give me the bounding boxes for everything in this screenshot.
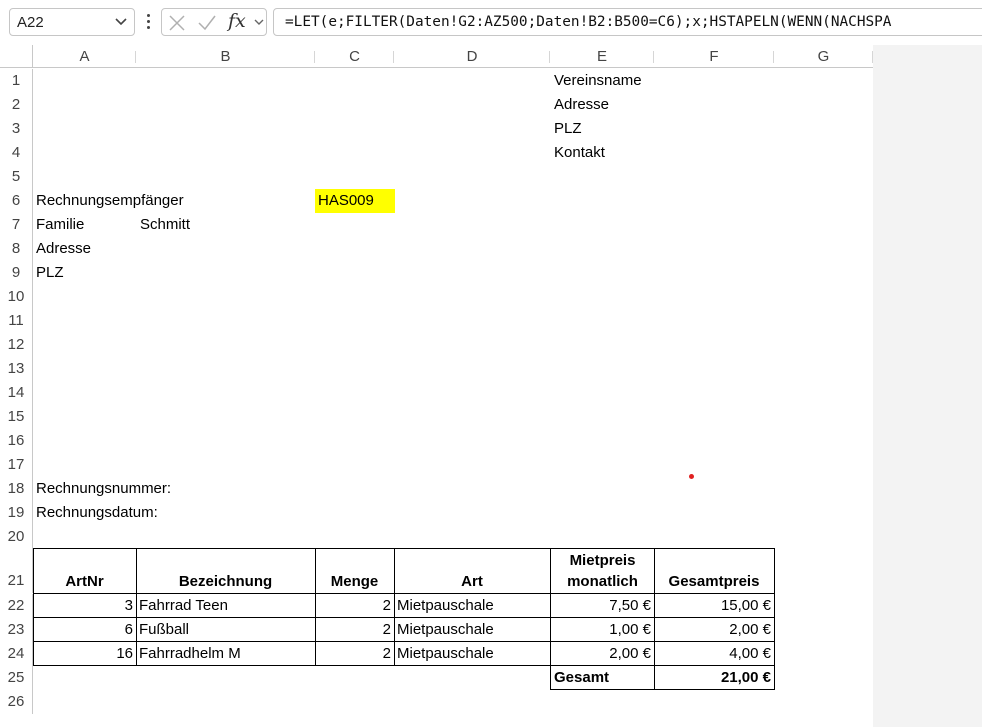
recipient-label[interactable]: Rechnungsempfänger [33,189,184,213]
row-header[interactable]: 24 [0,642,33,666]
row-header[interactable]: 9 [0,261,33,285]
row-header[interactable]: 20 [0,525,33,549]
row-header[interactable]: 18 [0,477,33,501]
header-mietpreis-line1: Mietpreis [569,552,636,569]
formula-text: =LET(e;FILTER(Daten!G2:AZ500;Daten!B2:B5… [285,14,892,30]
header-gesamtpreis[interactable]: Gesamtpreis [654,548,775,594]
table-cell-art[interactable]: Mietpauschale [394,642,551,666]
sender-plz[interactable]: PLZ [551,117,582,141]
grid-outside-area [873,45,982,727]
insert-function-button[interactable]: fx [228,10,246,32]
table-cell-menge[interactable]: 2 [315,618,395,642]
name-box-value: A22 [17,14,44,31]
table-cell-menge[interactable]: 2 [315,642,395,666]
table-cell-mietpreis[interactable]: 1,00 € [550,618,655,642]
table-cell-art[interactable]: Mietpauschale [394,618,551,642]
column-header-d[interactable]: D [394,45,550,68]
row-header[interactable]: 13 [0,357,33,381]
column-header-g[interactable]: G [774,45,873,68]
row-header[interactable]: 7 [0,213,33,237]
row-header[interactable]: 1 [0,69,33,93]
row-header[interactable]: 25 [0,666,33,690]
row-header[interactable]: 11 [0,309,33,333]
row-header[interactable]: 15 [0,405,33,429]
family-name[interactable]: Schmitt [137,213,190,237]
total-value[interactable]: 21,00 € [654,666,775,690]
invoice-date-label[interactable]: Rechnungsdatum: [33,501,158,525]
table-cell-bezeichnung[interactable]: Fahrrad Teen [136,594,316,618]
row-header[interactable]: 2 [0,93,33,117]
formula-bar: A22 fx =LET(e;FILTER(Daten!G2:AZ500;Date… [0,0,982,44]
column-header-a[interactable]: A [33,45,136,68]
row-header[interactable]: 26 [0,690,33,714]
table-cell-menge[interactable]: 2 [315,594,395,618]
table-cell-mietpreis[interactable]: 7,50 € [550,594,655,618]
recipient-address-label[interactable]: Adresse [33,237,91,261]
table-cell-artnr[interactable]: 3 [33,594,137,618]
marker-dot [689,474,694,479]
recipient-id-cell[interactable]: HAS009 [315,189,395,213]
header-mietpreis-line2: monatlich [567,573,638,590]
row-header[interactable]: 12 [0,333,33,357]
more-options-icon[interactable] [143,10,153,34]
total-label[interactable]: Gesamt [550,666,655,690]
table-cell-mietpreis[interactable]: 2,00 € [550,642,655,666]
family-label[interactable]: Familie [33,213,84,237]
row-header[interactable]: 16 [0,429,33,453]
row-header[interactable]: 5 [0,165,33,189]
name-box[interactable]: A22 [9,8,135,36]
table-cell-artnr[interactable]: 16 [33,642,137,666]
sender-name[interactable]: Vereinsname [551,69,642,93]
header-bezeichnung[interactable]: Bezeichnung [136,548,316,594]
invoice-number-label[interactable]: Rechnungsnummer: [33,477,171,501]
row-header[interactable]: 22 [0,594,33,618]
column-header-b[interactable]: B [136,45,315,68]
row-header[interactable]: 6 [0,189,33,213]
row-header[interactable]: 14 [0,381,33,405]
row-header[interactable]: 23 [0,618,33,642]
sender-contact[interactable]: Kontakt [551,141,605,165]
header-art[interactable]: Art [394,548,551,594]
formula-controls: fx [161,8,267,36]
header-menge[interactable]: Menge [315,548,395,594]
chevron-down-icon[interactable] [254,17,264,27]
sender-address[interactable]: Adresse [551,93,609,117]
table-cell-bezeichnung[interactable]: Fußball [136,618,316,642]
column-header-f[interactable]: F [654,45,774,68]
row-header[interactable]: 21 [0,549,33,593]
cancel-icon[interactable] [168,14,186,32]
table-cell-gesamtpreis[interactable]: 15,00 € [654,594,775,618]
header-mietpreis[interactable]: Mietpreis monatlich [550,548,655,594]
row-header[interactable]: 19 [0,501,33,525]
row-header[interactable]: 10 [0,285,33,309]
select-all-corner[interactable] [0,45,33,68]
header-artnr[interactable]: ArtNr [33,548,137,594]
enter-check-icon[interactable] [197,14,217,32]
row-header[interactable]: 17 [0,453,33,477]
table-cell-bezeichnung[interactable]: Fahrradhelm M [136,642,316,666]
column-header-c[interactable]: C [315,45,394,68]
row-header[interactable]: 8 [0,237,33,261]
table-cell-gesamtpreis[interactable]: 4,00 € [654,642,775,666]
chevron-down-icon[interactable] [115,17,127,27]
table-cell-art[interactable]: Mietpauschale [394,594,551,618]
column-header-e[interactable]: E [550,45,654,68]
recipient-plz-label[interactable]: PLZ [33,261,64,285]
table-cell-gesamtpreis[interactable]: 2,00 € [654,618,775,642]
row-header[interactable]: 3 [0,117,33,141]
row-header[interactable]: 4 [0,141,33,165]
formula-input[interactable]: =LET(e;FILTER(Daten!G2:AZ500;Daten!B2:B5… [273,8,982,36]
table-cell-artnr[interactable]: 6 [33,618,137,642]
